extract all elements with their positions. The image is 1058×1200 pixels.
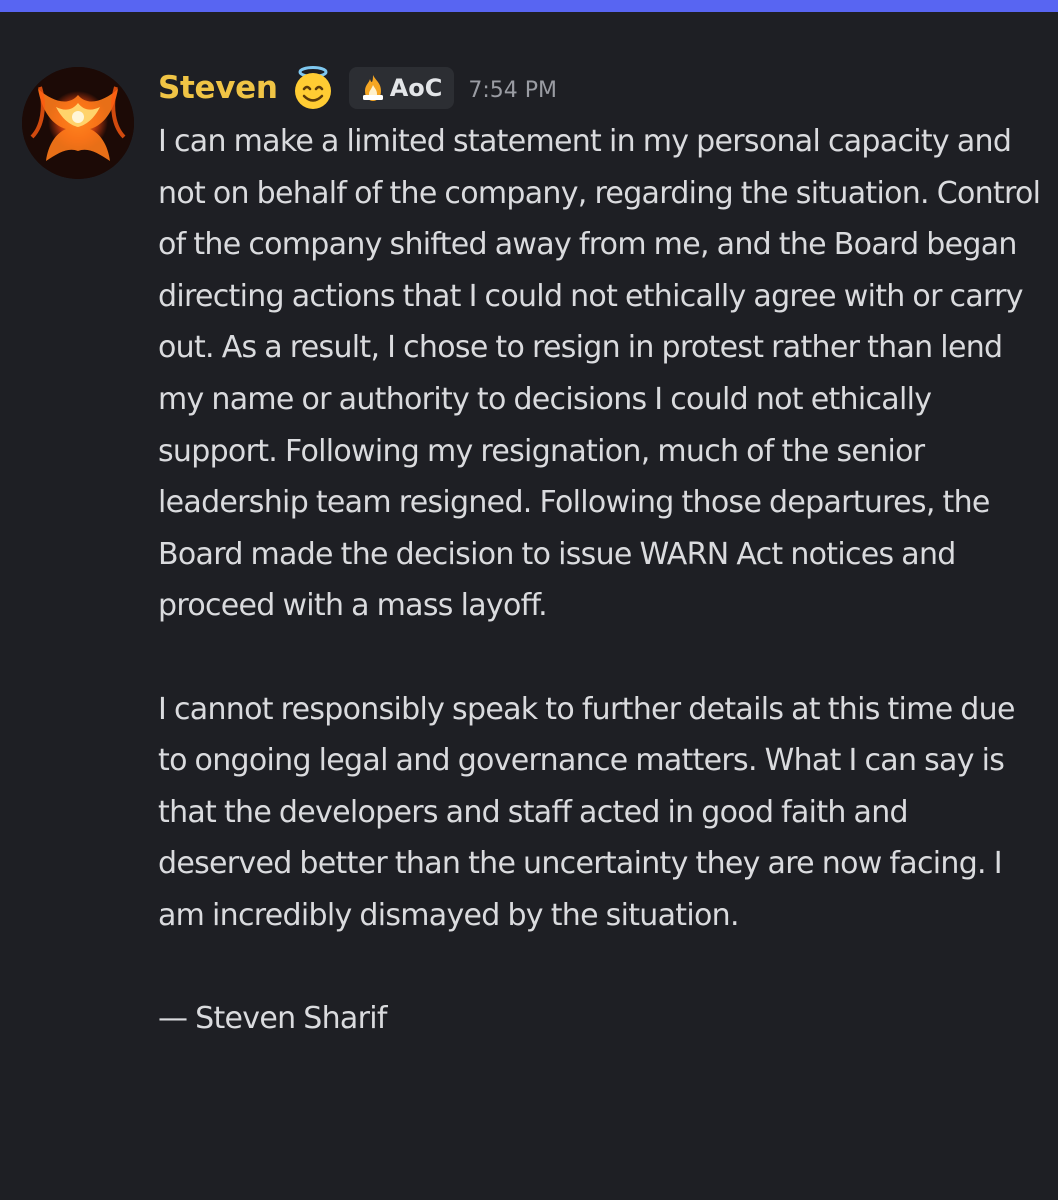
avatar[interactable] <box>22 67 134 179</box>
message-content: I can make a limited statement in my per… <box>158 116 1042 1045</box>
phoenix-icon <box>22 67 134 179</box>
message-timestamp: 7:54 PM <box>468 77 558 103</box>
server-tag[interactable]: AoC <box>348 67 455 109</box>
smiling-face-with-halo-icon <box>290 65 336 111</box>
server-tag-label: AoC <box>389 74 443 102</box>
top-accent-bar <box>0 0 1058 12</box>
message-paragraph: I can make a limited statement in my per… <box>158 124 1041 624</box>
username[interactable]: Steven <box>158 70 278 106</box>
chat-message: Steven AoC 7:54 PM I can make a limited … <box>0 12 1058 1200</box>
message-header: Steven AoC 7:54 PM <box>158 64 557 112</box>
message-signature: — Steven Sharif <box>158 1001 387 1037</box>
flame-crown-icon <box>359 73 387 103</box>
message-paragraph: I cannot responsibly speak to further de… <box>158 691 1015 933</box>
